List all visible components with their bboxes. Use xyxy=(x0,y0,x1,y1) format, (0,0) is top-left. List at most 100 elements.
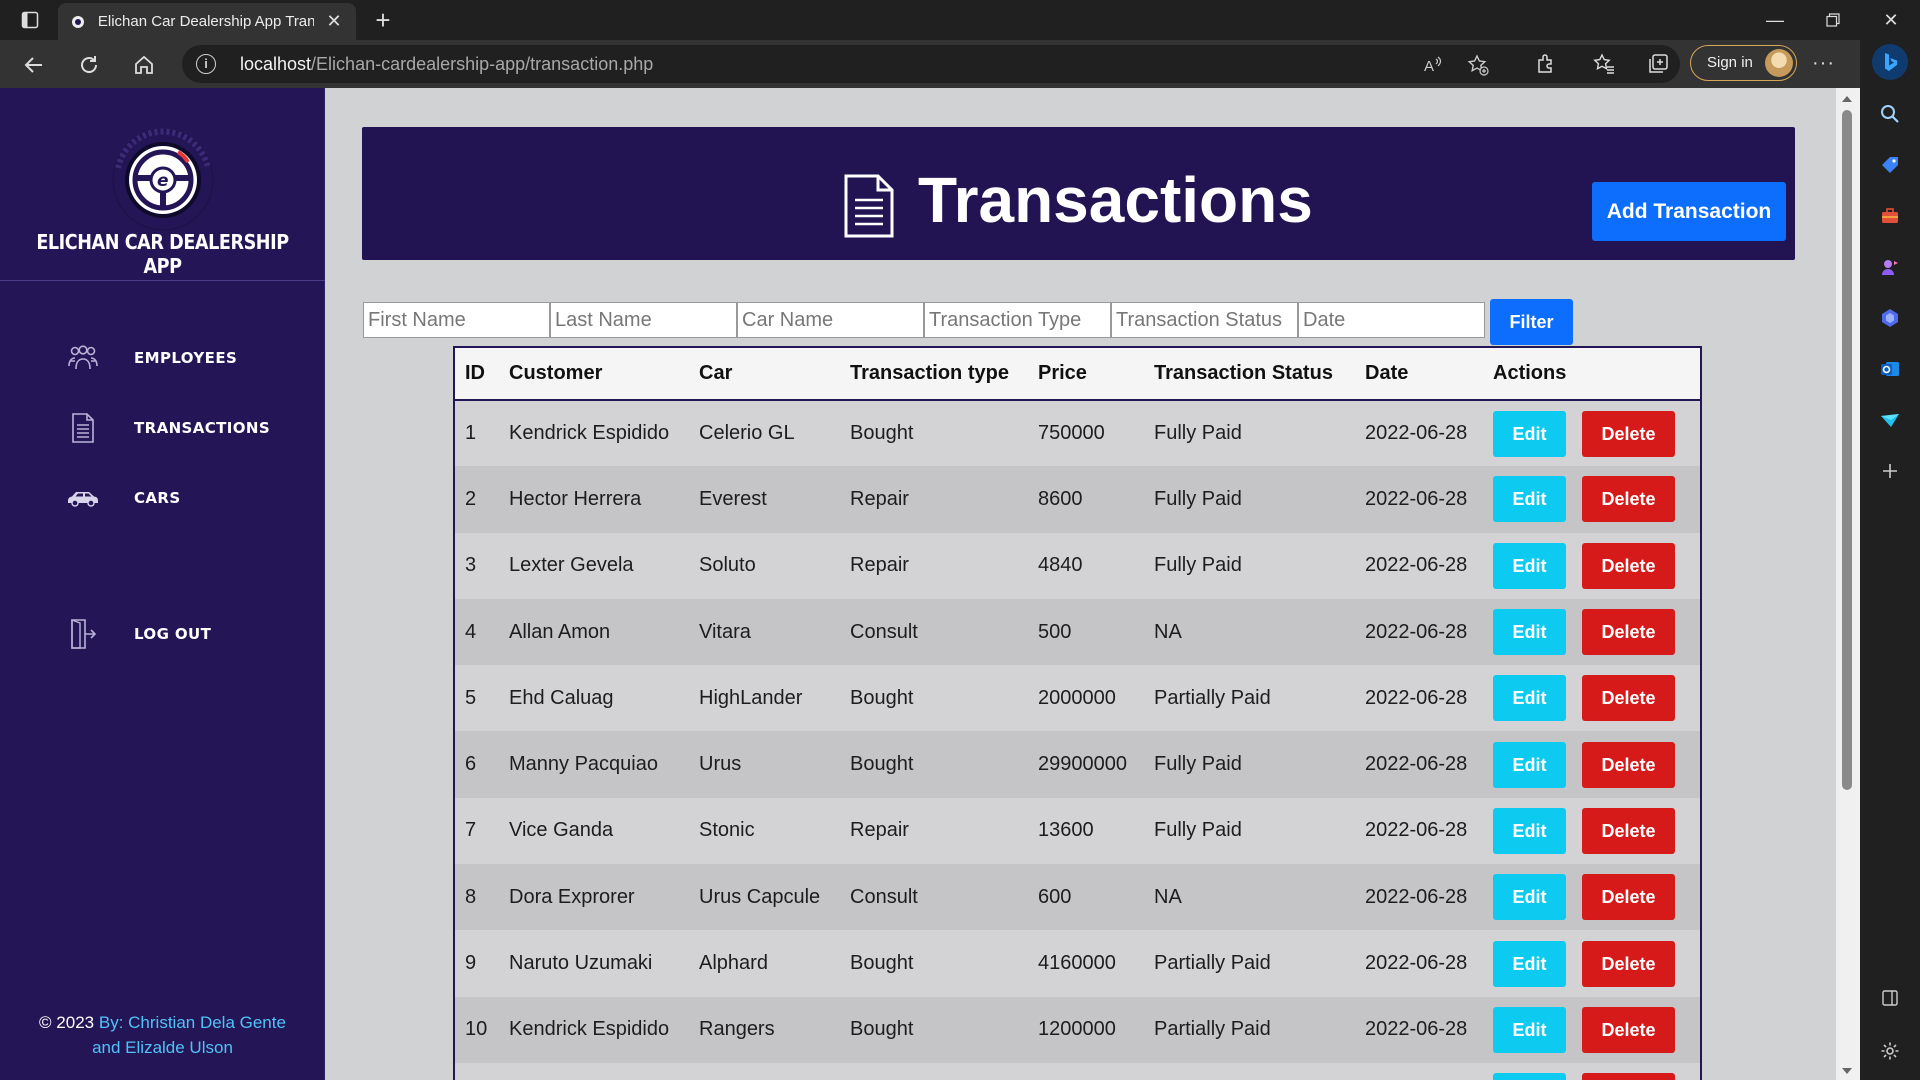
delete-button[interactable]: Delete xyxy=(1582,874,1675,921)
cell-actions: Edit Delete xyxy=(1483,400,1700,466)
cell-price: 13600 xyxy=(1038,819,1094,842)
cell-actions: Edit Delete xyxy=(1483,533,1700,599)
cell-status: Partially Paid xyxy=(1154,686,1271,709)
delete-button[interactable]: Delete xyxy=(1582,609,1675,656)
sidebar-item-label: LOG OUT xyxy=(134,625,212,643)
outlook-icon[interactable] xyxy=(1878,357,1902,381)
table-row: 6 Manny Pacquiao Urus Bought 29900000 Fu… xyxy=(455,731,1700,798)
tools-icon[interactable] xyxy=(1878,204,1902,228)
extensions-icon[interactable] xyxy=(1534,52,1558,76)
edit-button[interactable]: Edit xyxy=(1493,476,1566,523)
cell-car: Soluto xyxy=(699,554,756,577)
delete-button[interactable]: Delete xyxy=(1582,675,1675,722)
drop-icon[interactable] xyxy=(1878,408,1902,432)
edit-button[interactable]: Edit xyxy=(1493,874,1566,921)
back-icon[interactable] xyxy=(18,49,50,81)
microsoft365-icon[interactable] xyxy=(1878,306,1902,330)
cell-status: Partially Paid xyxy=(1154,1018,1271,1041)
delete-button[interactable]: Delete xyxy=(1582,940,1675,987)
scroll-up-arrow-icon[interactable] xyxy=(1842,96,1852,102)
cell-date: 2022-06-28 xyxy=(1365,952,1468,975)
first-name-filter[interactable] xyxy=(363,302,550,338)
cell-price: 29900000 xyxy=(1038,753,1127,776)
delete-button[interactable]: Delete xyxy=(1582,807,1675,854)
cell-price xyxy=(1028,1063,1144,1080)
cell-date: 2022-06-28 xyxy=(1365,554,1468,577)
close-tab-icon[interactable]: ✕ xyxy=(324,11,344,32)
close-window-icon[interactable]: ✕ xyxy=(1868,5,1914,35)
cell-car: Stonic xyxy=(699,819,755,842)
cell-id: 4 xyxy=(465,620,477,643)
edit-button[interactable]: Edit xyxy=(1493,675,1566,722)
add-sidebar-app-icon[interactable] xyxy=(1878,459,1902,483)
delete-button[interactable]: Delete xyxy=(1582,1006,1675,1053)
delete-button[interactable]: Delete xyxy=(1582,476,1675,523)
page-scrollbar[interactable] xyxy=(1836,88,1860,1080)
table-row: 7 Vice Ganda Stonic Repair 13600 Fully P… xyxy=(455,797,1700,865)
edit-button[interactable]: Edit xyxy=(1493,1073,1566,1080)
sidebar-item-label: EMPLOYEES xyxy=(134,349,238,367)
cell-id: 3 xyxy=(465,554,477,577)
delete-button[interactable]: Delete xyxy=(1582,542,1675,589)
edit-button[interactable]: Edit xyxy=(1493,410,1566,457)
filter-button[interactable]: Filter xyxy=(1490,299,1573,345)
cell-id xyxy=(455,1063,499,1080)
sidebar-item-transactions[interactable]: TRANSACTIONS xyxy=(66,408,306,448)
sign-in-button[interactable]: Sign in xyxy=(1690,45,1797,81)
employees-icon xyxy=(66,341,100,375)
copilot-icon[interactable] xyxy=(1872,44,1908,80)
home-icon[interactable] xyxy=(128,49,160,81)
cell-car: Vitara xyxy=(699,620,751,643)
delete-button[interactable]: Delete xyxy=(1582,741,1675,788)
edit-button[interactable]: Edit xyxy=(1493,542,1566,589)
new-tab-icon[interactable]: + xyxy=(368,5,398,35)
add-transaction-button[interactable]: Add Transaction xyxy=(1592,182,1786,241)
cell-actions: Edit Delete xyxy=(1483,599,1700,665)
search-icon[interactable] xyxy=(1878,102,1902,126)
favorites-icon[interactable] xyxy=(1592,52,1616,76)
minimize-icon[interactable]: — xyxy=(1752,5,1798,35)
games-icon[interactable] xyxy=(1878,255,1902,279)
edge-sidebar xyxy=(1860,40,1920,1080)
delete-button[interactable]: Delete xyxy=(1582,410,1675,457)
edit-button[interactable]: Edit xyxy=(1493,609,1566,656)
cell-customer: Lexter Gevela xyxy=(509,554,634,577)
refresh-icon[interactable] xyxy=(73,49,105,81)
sidebar-item-employees[interactable]: EMPLOYEES xyxy=(66,338,306,378)
browser-tab[interactable]: Elichan Car Dealership App Transactions … xyxy=(58,3,356,40)
delete-button[interactable]: Delete xyxy=(1582,1073,1675,1080)
transaction-type-filter[interactable] xyxy=(924,302,1111,338)
add-favorite-icon[interactable] xyxy=(1467,54,1489,76)
sidebar-item-cars[interactable]: CARS xyxy=(66,478,306,518)
table-row: 4 Allan Amon Vitara Consult 500 NA 2022-… xyxy=(455,598,1700,666)
browser-titlebar: Elichan Car Dealership App Transactions … xyxy=(0,0,1920,40)
cell-date: 2022-06-28 xyxy=(1365,753,1468,776)
table-row: 9 Naruto Uzumaki Alphard Bought 4160000 … xyxy=(455,930,1700,997)
settings-gear-icon[interactable] xyxy=(1878,1039,1902,1063)
more-options-icon[interactable]: ··· xyxy=(1812,52,1835,75)
hide-sidebar-icon[interactable] xyxy=(1878,986,1902,1010)
scroll-thumb[interactable] xyxy=(1842,110,1852,790)
transaction-status-filter[interactable] xyxy=(1111,302,1298,338)
last-name-filter[interactable] xyxy=(550,302,737,338)
site-info-icon[interactable]: i xyxy=(196,54,216,74)
credit-authors-line2: and Elizalde Ulson xyxy=(92,1038,233,1057)
edit-button[interactable]: Edit xyxy=(1493,807,1566,854)
collections-icon[interactable] xyxy=(1646,52,1670,76)
car-name-filter[interactable] xyxy=(737,302,924,338)
scroll-down-arrow-icon[interactable] xyxy=(1842,1068,1852,1074)
read-aloud-icon[interactable]: A xyxy=(1422,54,1444,76)
svg-text:e: e xyxy=(157,171,169,191)
edit-button[interactable]: Edit xyxy=(1493,940,1566,987)
cell-actions: Edit Delete xyxy=(1483,930,1700,996)
tab-actions-icon[interactable] xyxy=(18,8,42,32)
edit-button[interactable]: Edit xyxy=(1493,1006,1566,1053)
shopping-icon[interactable] xyxy=(1878,153,1902,177)
cell-status xyxy=(1144,1063,1355,1080)
sidebar-item-logout[interactable]: LOG OUT xyxy=(66,614,306,654)
address-bar[interactable]: i localhost/Elichan-cardealership-app/tr… xyxy=(182,45,1680,83)
restore-icon[interactable] xyxy=(1810,5,1856,35)
edit-button[interactable]: Edit xyxy=(1493,741,1566,788)
date-filter[interactable] xyxy=(1298,302,1485,338)
cell-customer: Vice Ganda xyxy=(509,819,614,842)
